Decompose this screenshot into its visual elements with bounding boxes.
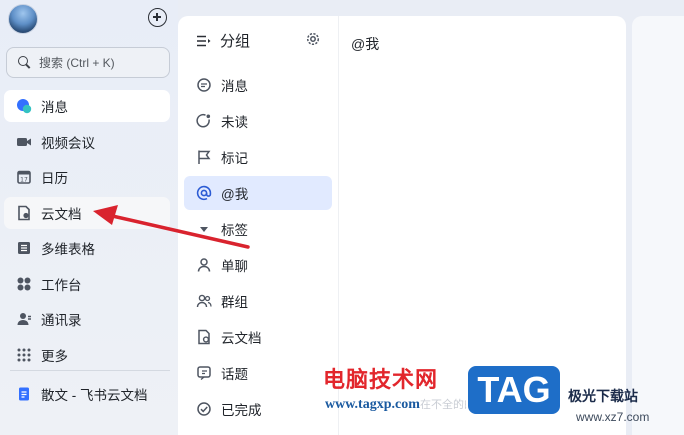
gear-icon[interactable] [305, 31, 321, 47]
group-item-messages[interactable]: 消息 [184, 68, 332, 102]
at-icon [196, 185, 212, 201]
topic-icon [196, 365, 212, 381]
more-icon [16, 347, 32, 363]
group-item-unread[interactable]: 未读 [184, 104, 332, 138]
watermark-site-url: www.xz7.com [576, 410, 650, 424]
group-item-label: 未读 [221, 115, 248, 130]
sidebar-item-label: 日历 [41, 171, 68, 186]
unread-icon [196, 113, 212, 129]
group-item-mentions[interactable]: @我 [184, 176, 332, 210]
group-item-label: 话题 [221, 367, 248, 382]
group-item-label: 标签 [221, 223, 248, 238]
watermark-url: www.tagxp.com [325, 397, 420, 412]
sidebar-item-label: 多维表格 [41, 242, 95, 257]
group-item-groups[interactable]: 群组 [184, 284, 332, 318]
watermark-cn: 电脑技术网 [323, 367, 439, 392]
group-item-label: 已完成 [221, 403, 262, 418]
user-avatar[interactable] [8, 4, 38, 34]
caret-down-icon [196, 221, 212, 237]
group-item-tags[interactable]: 标签 [184, 212, 332, 246]
doc-icon [196, 329, 212, 345]
sidebar-item-video-meeting[interactable]: 视频会议 [4, 126, 170, 158]
sidebar-item-label: 云文档 [41, 206, 82, 222]
sidebar-item-cloud-docs[interactable]: 云文档 [4, 196, 170, 229]
person-icon [196, 257, 212, 273]
group-item-label: 单聊 [221, 259, 248, 274]
group-item-flagged[interactable]: 标记 [184, 140, 332, 174]
group-icon [196, 293, 212, 309]
group-header: 分组 [196, 30, 250, 51]
bitable-icon [16, 240, 32, 256]
group-item-label: 消息 [221, 79, 248, 94]
sidebar-item-label: 通讯录 [41, 313, 82, 328]
sidebar-item-more[interactable]: 更多 [4, 339, 170, 371]
group-item-label: @我 [221, 187, 249, 202]
cloud-doc-icon [16, 205, 32, 221]
pinned-doc-link[interactable]: 散文 - 飞书云文档 [4, 378, 170, 410]
doc-file-icon [16, 386, 32, 402]
group-item-done[interactable]: 已完成 [184, 392, 332, 426]
chat-bubble-icon [196, 77, 212, 93]
flag-icon [196, 149, 212, 165]
group-title: 分组 [220, 33, 251, 50]
watermark-site: 极光下载站 [568, 388, 638, 404]
group-item-label: 群组 [221, 295, 248, 310]
group-item-topics[interactable]: 话题 [184, 356, 332, 390]
sidebar-item-calendar[interactable]: 17 日历 [4, 161, 170, 193]
search-placeholder: 搜索 (Ctrl + K) [39, 56, 115, 70]
sidebar-item-messages[interactable]: 消息 [4, 90, 170, 122]
group-item-single-chat[interactable]: 单聊 [184, 248, 332, 282]
search-icon [18, 56, 31, 69]
collapse-list-icon[interactable] [196, 33, 212, 49]
sidebar-item-bitable[interactable]: 多维表格 [4, 232, 170, 264]
group-item-label: 标记 [221, 151, 248, 166]
contacts-icon [16, 311, 32, 327]
group-list: 消息 未读 标记 @我 标签 单聊 群组 云文档 话题 已完成 [184, 68, 332, 428]
calendar-icon: 17 [16, 169, 32, 185]
group-panel: 分组 消息 未读 标记 @我 标签 单聊 群组 云文档 话题 已完成 [178, 16, 338, 435]
watermark-badge: TAG [466, 364, 562, 416]
add-icon[interactable] [148, 8, 167, 27]
sidebar: 搜索 (Ctrl + K) 消息 视频会议 17 日历 云文档 多维表格 工作台… [0, 0, 178, 435]
sidebar-item-contacts[interactable]: 通讯录 [4, 303, 170, 335]
sidebar-item-label: 视频会议 [41, 135, 95, 151]
sidebar-item-label: 更多 [41, 348, 68, 364]
video-icon [16, 134, 32, 150]
sidebar-divider [10, 370, 170, 371]
svg-text:17: 17 [20, 177, 28, 184]
message-icon [16, 98, 32, 114]
sidebar-item-label: 消息 [41, 100, 68, 115]
sidebar-item-label: 工作台 [41, 277, 82, 293]
group-item-label: 云文档 [221, 331, 262, 346]
right-panel [632, 16, 684, 435]
sidebar-nav: 消息 视频会议 17 日历 云文档 多维表格 工作台 通讯录 更多 [4, 90, 170, 374]
search-input[interactable]: 搜索 (Ctrl + K) [6, 47, 170, 78]
workspace-icon [16, 276, 32, 292]
sidebar-item-workspace[interactable]: 工作台 [4, 268, 170, 300]
pinned-doc-label: 散文 - 飞书云文档 [41, 388, 148, 403]
page-title: @我 [351, 36, 380, 52]
check-circle-icon [196, 401, 212, 417]
group-item-docs[interactable]: 云文档 [184, 320, 332, 354]
